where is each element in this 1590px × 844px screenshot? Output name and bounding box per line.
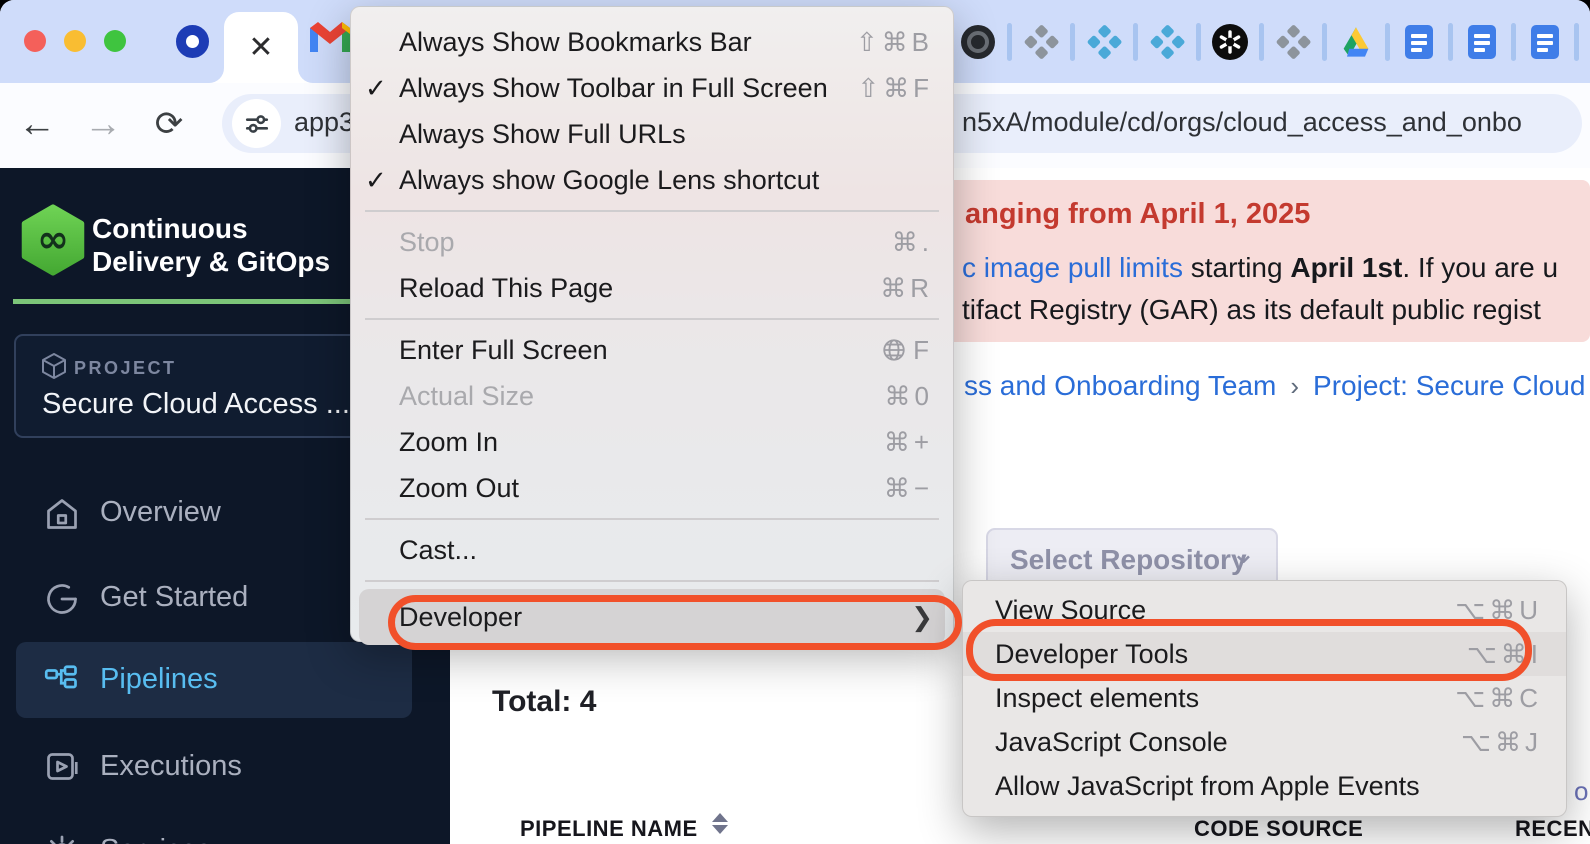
- menu-separator: [365, 518, 939, 520]
- gmail-tab-icon[interactable]: [308, 20, 352, 54]
- project-cube-icon: [42, 353, 66, 379]
- tab-google-docs[interactable]: [1390, 24, 1448, 60]
- menu-item-javascript-console[interactable]: JavaScript Console ⌥⌘J: [963, 720, 1566, 764]
- column-header-code-source[interactable]: CODE SOURCE: [1194, 816, 1363, 842]
- project-label: PROJECT: [74, 358, 177, 379]
- column-header-pipeline-name[interactable]: PIPELINE NAME: [520, 816, 698, 842]
- sidebar-item-executions[interactable]: Executions: [0, 737, 450, 797]
- menu-separator: [365, 580, 939, 582]
- pipelines-icon: [44, 663, 80, 699]
- url-text-right: n5xA/module/cd/orgs/cloud_access_and_onb…: [962, 107, 1522, 138]
- forward-button[interactable]: →: [80, 91, 126, 157]
- sort-icon[interactable]: [712, 813, 728, 834]
- site-settings-icon[interactable]: [232, 99, 281, 148]
- tab-diamond-blue[interactable]: [1138, 24, 1196, 60]
- link-fragment[interactable]: on: [1574, 776, 1590, 807]
- menu-item-reload-this-page[interactable]: Reload This Page ⌘R: [351, 265, 953, 311]
- favicon-tab-row: [949, 12, 1579, 72]
- project-name: Secure Cloud Access ...: [42, 388, 350, 421]
- menu-item-enter-full-screen[interactable]: Enter Full Screen F: [351, 327, 953, 373]
- breadcrumb-separator-icon: ›: [1276, 371, 1313, 401]
- menu-item-view-source[interactable]: View Source ⌥⌘U: [963, 588, 1566, 632]
- menu-item-cast[interactable]: Cast...: [351, 527, 953, 573]
- chevron-down-icon: ⌄: [1231, 536, 1256, 571]
- tab-close-icon[interactable]: ✕: [248, 33, 273, 63]
- total-count: Total: 4: [492, 685, 596, 719]
- developer-submenu: View Source ⌥⌘U Developer Tools ⌥⌘I Insp…: [962, 580, 1567, 817]
- tab-curve: [208, 67, 224, 83]
- menu-item-zoom-out[interactable]: Zoom Out ⌘−: [351, 465, 953, 511]
- tab-chatgpt[interactable]: [1201, 23, 1259, 61]
- submenu-chevron-icon: ❯: [911, 602, 933, 633]
- banner-line2: tifact Registry (GAR) as its default pub…: [962, 294, 1541, 326]
- sidebar-item-services[interactable]: Services: [0, 821, 450, 844]
- sidebar-item-pipelines[interactable]: Pipelines: [0, 650, 450, 710]
- executions-icon: [44, 750, 80, 786]
- svg-text:∞: ∞: [37, 218, 69, 262]
- menu-item-developer[interactable]: Developer ❯: [359, 589, 945, 645]
- globe-icon: [881, 337, 907, 363]
- tab-google-docs[interactable]: [1453, 24, 1511, 60]
- reload-button[interactable]: ⟳: [146, 91, 192, 157]
- column-header-recent[interactable]: RECENT: [1515, 816, 1590, 842]
- home-icon: [44, 496, 80, 532]
- breadcrumb-project-link[interactable]: Project: Secure Cloud Acc: [1313, 370, 1590, 401]
- tab-diamond-blue[interactable]: [1075, 24, 1133, 60]
- get-started-icon: [44, 581, 80, 617]
- banner-link[interactable]: c image pull limits: [962, 252, 1183, 283]
- tab-curve: [298, 67, 314, 83]
- banner-line1: c image pull limits starting April 1st. …: [962, 252, 1558, 284]
- harness-cd-logo: ∞: [20, 204, 86, 276]
- banner-heading: anging from April 1, 2025: [965, 198, 1310, 231]
- menu-item-inspect-elements[interactable]: Inspect elements ⌥⌘C: [963, 676, 1566, 720]
- menu-item-always-show-google-lens[interactable]: ✓ Always show Google Lens shortcut: [351, 157, 953, 203]
- url-text-left: app3: [294, 107, 354, 138]
- breadcrumb-team-link[interactable]: ss and Onboarding Team: [964, 370, 1276, 401]
- check-icon: ✓: [365, 165, 399, 196]
- back-button[interactable]: ←: [14, 91, 60, 157]
- browser-window: ✕: [0, 0, 1590, 844]
- menu-item-stop: Stop ⌘.: [351, 219, 953, 265]
- menu-item-always-show-toolbar-fullscreen[interactable]: ✓ Always Show Toolbar in Full Screen ⇧⌘F: [351, 65, 953, 111]
- window-minimize-button[interactable]: [64, 30, 86, 52]
- check-icon: ✓: [365, 73, 399, 104]
- menu-item-actual-size: Actual Size ⌘0: [351, 373, 953, 419]
- active-tab[interactable]: ✕: [224, 12, 298, 83]
- menu-item-zoom-in[interactable]: Zoom In ⌘+: [351, 419, 953, 465]
- tab-google-drive[interactable]: [1327, 26, 1385, 58]
- module-title: Continuous Delivery & GitOps: [92, 212, 330, 278]
- window-close-button[interactable]: [24, 30, 46, 52]
- services-gear-icon: [44, 834, 80, 844]
- breadcrumb: ss and Onboarding Team›Project: Secure C…: [964, 370, 1590, 402]
- tab-diamond-gray[interactable]: [1012, 24, 1070, 60]
- tab-diamond-gray[interactable]: [1264, 24, 1322, 60]
- tab-dark-app[interactable]: [949, 24, 1007, 60]
- menu-separator: [365, 210, 939, 212]
- view-menu: Always Show Bookmarks Bar ⇧⌘B ✓ Always S…: [350, 6, 954, 642]
- menu-item-always-show-bookmarks-bar[interactable]: Always Show Bookmarks Bar ⇧⌘B: [351, 19, 953, 65]
- tab-google-docs[interactable]: [1516, 24, 1574, 60]
- menu-item-developer-tools[interactable]: Developer Tools ⌥⌘I: [963, 632, 1566, 676]
- window-maximize-button[interactable]: [104, 30, 126, 52]
- tab-separator: [1574, 23, 1579, 61]
- menu-item-allow-javascript-apple-events[interactable]: Allow JavaScript from Apple Events: [963, 764, 1566, 808]
- menu-separator: [365, 318, 939, 320]
- tab-favicon-ring[interactable]: [176, 25, 209, 58]
- menu-item-always-show-full-urls[interactable]: Always Show Full URLs: [351, 111, 953, 157]
